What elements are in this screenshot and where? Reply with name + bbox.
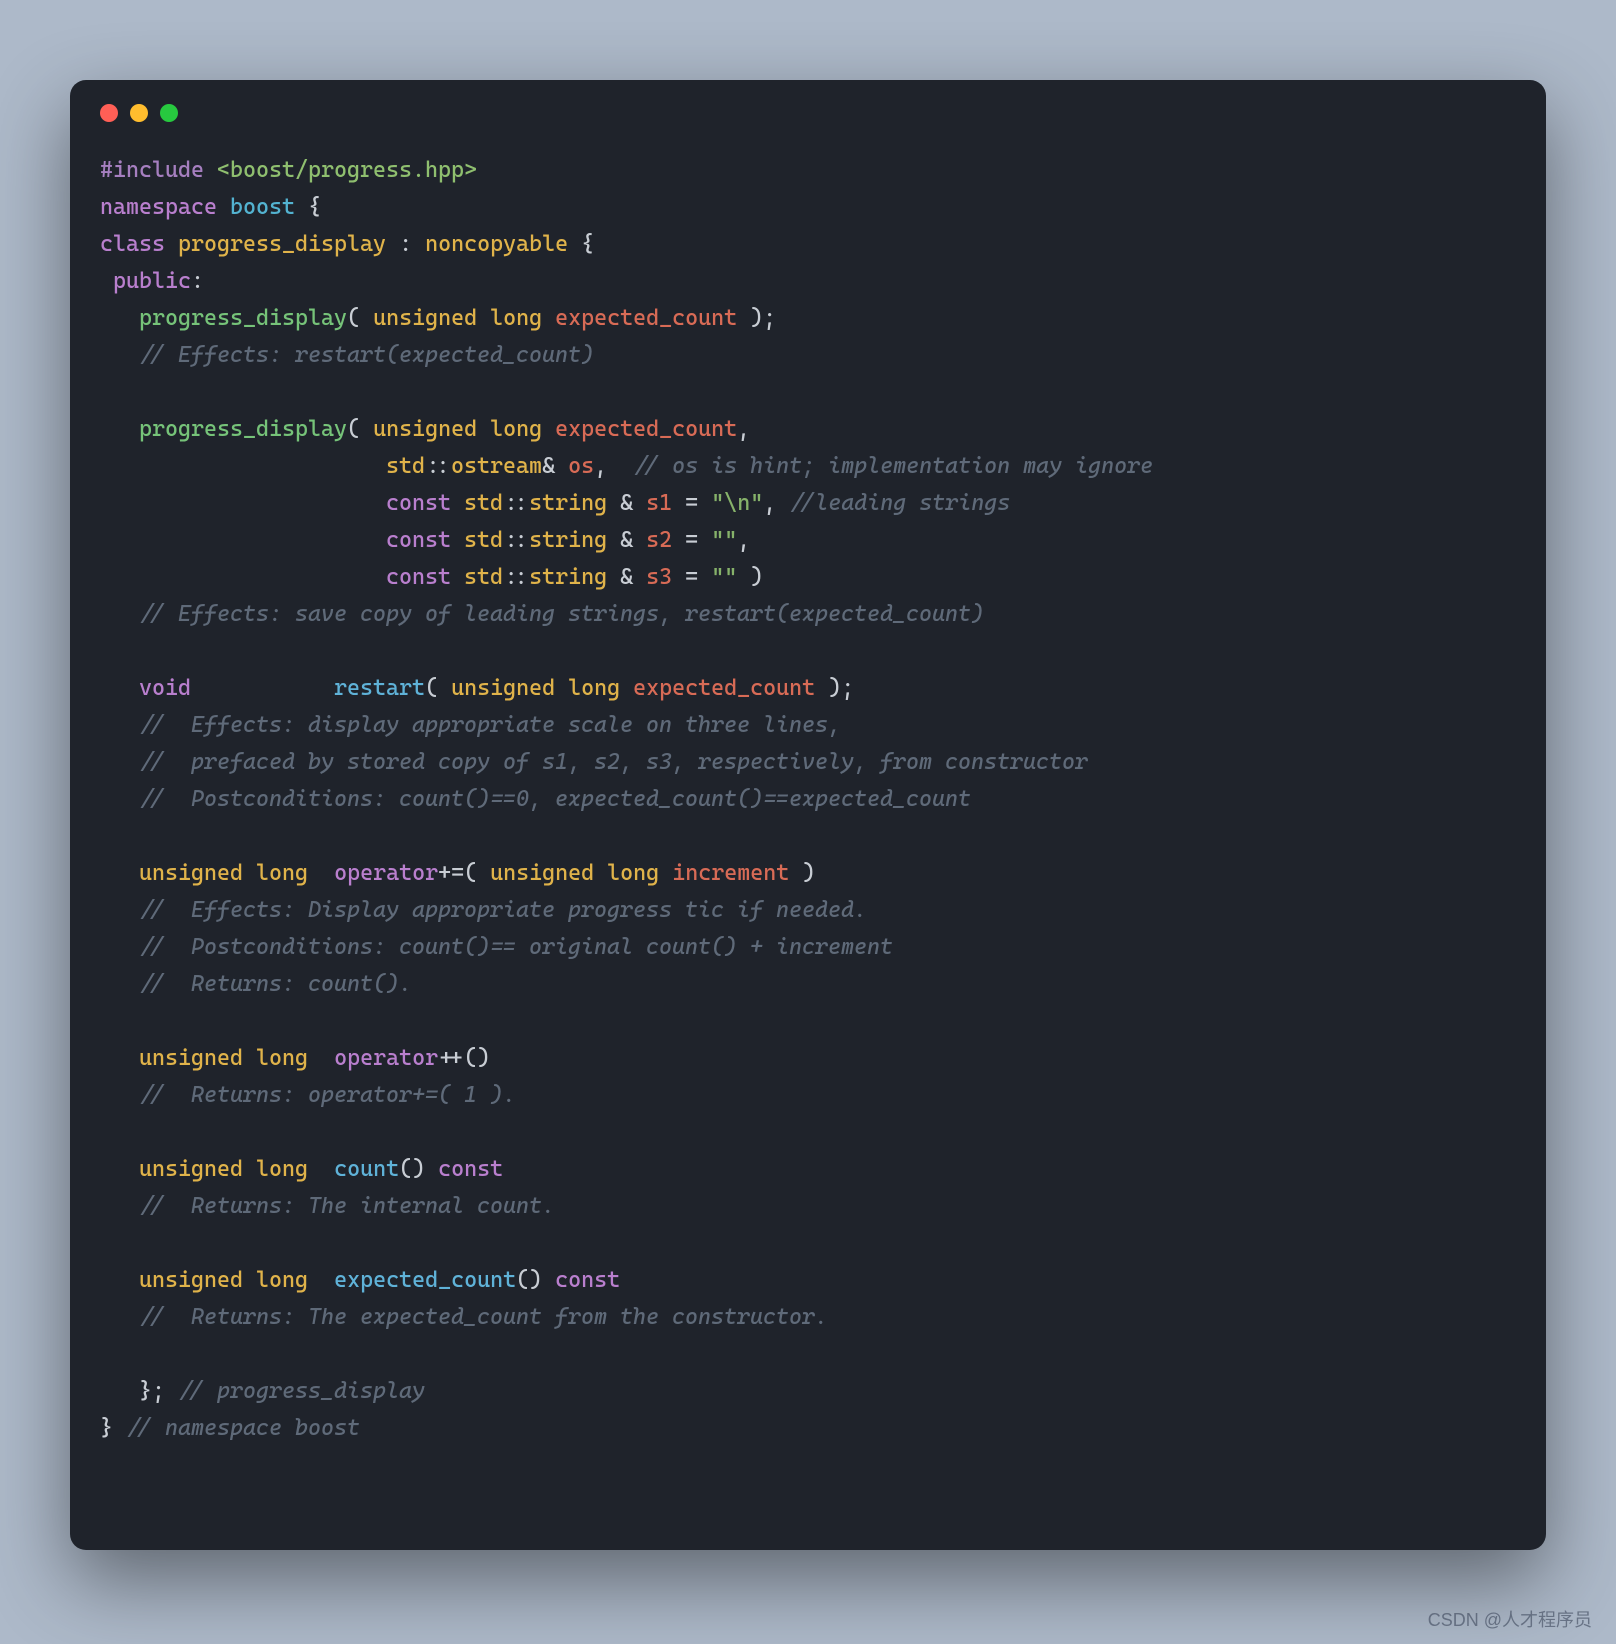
minimize-icon[interactable]	[130, 104, 148, 122]
close-icon[interactable]	[100, 104, 118, 122]
code-block: #include <boost/progress.hpp> namespace …	[70, 122, 1546, 1477]
code-window: #include <boost/progress.hpp> namespace …	[70, 80, 1546, 1550]
watermark: CSDN @人才程序员	[1428, 1606, 1592, 1632]
window-titlebar	[70, 80, 1546, 122]
zoom-icon[interactable]	[160, 104, 178, 122]
